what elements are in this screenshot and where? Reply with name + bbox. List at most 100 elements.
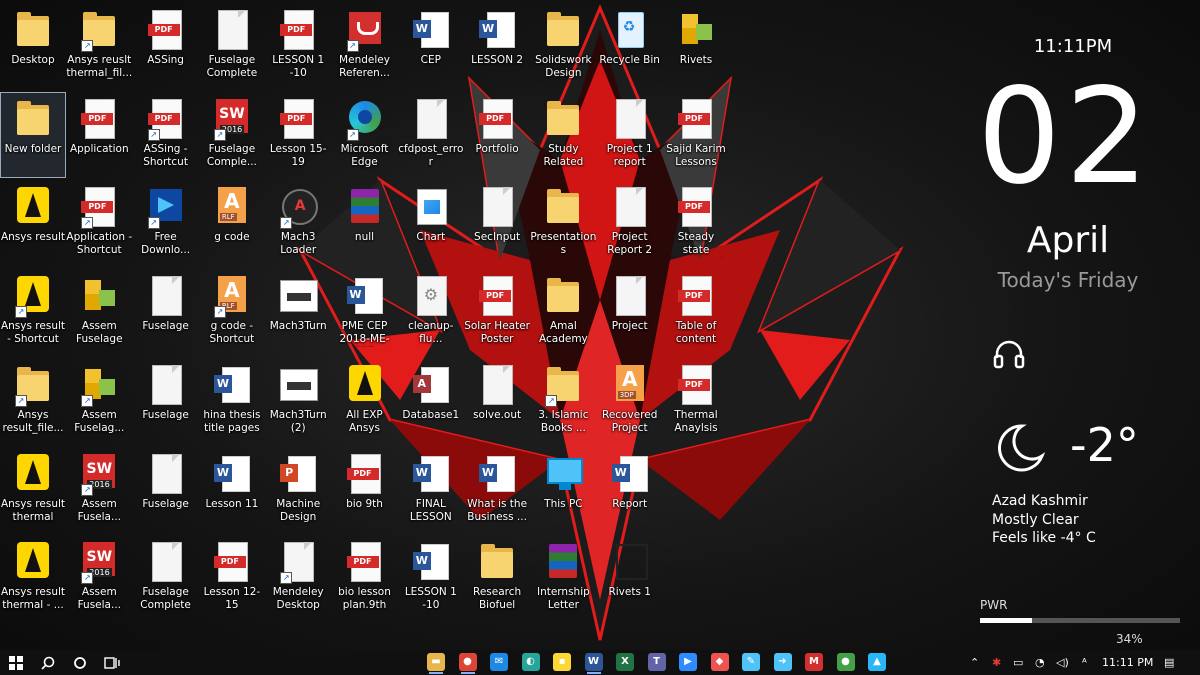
headphones-icon[interactable] bbox=[992, 338, 1026, 372]
desktop-icon[interactable]: Fuselage bbox=[134, 359, 198, 443]
desktop-icon[interactable]: W LESSON 1 -10 bbox=[399, 536, 463, 620]
desktop-icon[interactable]: Rivets 1 bbox=[598, 536, 662, 620]
desktop-icon[interactable]: Study Related bbox=[531, 93, 595, 177]
desktop-icon[interactable]: Fuselage bbox=[134, 448, 198, 532]
desktop-icon[interactable]: ↗ Free Downlo... bbox=[134, 181, 198, 265]
desktop-icon[interactable]: ↗ Assem Fuselag... bbox=[67, 359, 131, 443]
search-button[interactable] bbox=[34, 650, 62, 675]
desktop-icon[interactable]: All EXP Ansys bbox=[333, 359, 397, 443]
desktop-icon[interactable]: Research Biofuel bbox=[465, 536, 529, 620]
taskbar-app-photos[interactable]: ▲ bbox=[868, 653, 886, 671]
taskbar-app-zoom[interactable]: ▶ bbox=[679, 653, 697, 671]
desktop-icon[interactable]: solve.out bbox=[465, 359, 529, 443]
desktop-icon[interactable]: PDF Lesson 12-15 bbox=[200, 536, 264, 620]
desktop-icon[interactable]: A RLF g code bbox=[200, 181, 264, 265]
taskbar-app-word[interactable]: W bbox=[584, 653, 603, 674]
desktop-icon[interactable]: cfdpost_error bbox=[398, 93, 463, 177]
desktop-icon[interactable]: PDF LESSON 1 -10 bbox=[266, 4, 330, 88]
desktop-icon[interactable]: PDF Application bbox=[67, 93, 131, 177]
taskbar-clock[interactable]: 11:11 PM bbox=[1102, 650, 1153, 675]
desktop-icon[interactable]: PDF ↗ ASSing - Shortcut bbox=[134, 93, 198, 177]
desktop-icon[interactable]: Project bbox=[598, 270, 662, 354]
desktop-icon[interactable]: ↗ 3. Islamic Books ... bbox=[531, 359, 595, 443]
desktop-icon[interactable]: Chart bbox=[399, 181, 463, 265]
desktop-icon[interactable]: W FINAL LESSON bbox=[399, 448, 463, 532]
taskbar-app-excel[interactable]: X bbox=[616, 653, 634, 671]
taskbar-app-paint[interactable]: ✎ bbox=[742, 653, 760, 671]
taskbar-app-chrome-2[interactable]: ● bbox=[836, 653, 855, 671]
desktop-icon[interactable]: Assem Fuselage bbox=[67, 270, 131, 354]
desktop-icon[interactable]: ↗ Ansys result - Shortcut bbox=[1, 270, 65, 354]
desktop-icon[interactable]: Ansys result bbox=[1, 181, 65, 265]
desktop-icon[interactable]: Rivets bbox=[664, 4, 728, 88]
desktop-icon[interactable]: PDF bio lesson plan.9th bbox=[333, 536, 397, 620]
taskbar-app-mail[interactable]: ✉ bbox=[490, 653, 508, 671]
desktop-icon[interactable]: Mach3Turn (2) bbox=[266, 359, 330, 443]
desktop-icon[interactable]: cleanup-flu... bbox=[399, 270, 463, 354]
desktop-icon[interactable]: ↗ Ansys reuslt thermal_fil... bbox=[66, 4, 132, 88]
desktop-icon[interactable]: A 3DP Recovered Project bbox=[598, 359, 662, 443]
desktop-icon[interactable]: ↗ Microsoft Edge bbox=[333, 93, 397, 177]
desktop-icon[interactable]: PDF Lesson 15-19 bbox=[266, 93, 330, 177]
taskbar-app-teams[interactable]: T bbox=[647, 653, 666, 671]
start-button[interactable] bbox=[2, 650, 30, 675]
taskbar-app-sticky-notes[interactable]: ▪ bbox=[553, 653, 571, 671]
taskbar-app-free-download[interactable]: ➜ bbox=[773, 653, 792, 671]
desktop-icon[interactable]: Whina thesis title pages bbox=[200, 359, 264, 443]
desktop-icon[interactable]: ↗ Ansys result_file... bbox=[1, 359, 65, 443]
desktop-icon[interactable]: W Report bbox=[598, 448, 662, 532]
desktop-icon[interactable]: PDF Table of content bbox=[664, 270, 728, 354]
wifi-icon[interactable]: ◔ bbox=[1035, 650, 1045, 675]
desktop-icon[interactable]: SW 2016 ↗ Fuselage Comple... bbox=[200, 93, 264, 177]
desktop-icon[interactable]: null bbox=[333, 181, 397, 265]
desktop-icon[interactable]: SW 2016 ↗ Assem Fusela... bbox=[67, 448, 131, 532]
desktop-icon[interactable]: PDF ASSing bbox=[134, 4, 198, 88]
desktop-icon[interactable]: W Lesson 11 bbox=[200, 448, 264, 532]
battery-icon[interactable]: ▭ bbox=[1013, 650, 1023, 675]
desktop-icon[interactable]: W What is the Business ... bbox=[465, 448, 529, 532]
desktop-icon[interactable]: This PC bbox=[531, 448, 595, 532]
desktop-icon[interactable]: W CEP bbox=[399, 4, 463, 88]
desktop-icon[interactable]: PDF Sajid Karim Lessons bbox=[664, 93, 728, 177]
desktop-icon[interactable]: P Machine Design Pre... bbox=[266, 448, 330, 532]
language-icon[interactable]: ᴬ bbox=[1082, 650, 1087, 675]
taskbar-app-chrome[interactable]: ● bbox=[458, 653, 477, 674]
desktop-icon[interactable]: Internship Letter bbox=[531, 536, 595, 620]
desktop-icon[interactable]: PDF Thermal Anaylsis bbox=[664, 359, 728, 443]
taskbar-app-edge[interactable]: ◐ bbox=[521, 653, 540, 671]
desktop-icon[interactable]: W LESSON 2 bbox=[465, 4, 529, 88]
chevron-up-icon[interactable]: ⌃ bbox=[970, 650, 979, 675]
desktop-icon[interactable]: Amal Academy bbox=[531, 270, 595, 354]
desktop-icon[interactable]: Project Report 2 bbox=[598, 181, 662, 265]
desktop-icon[interactable]: Solidswork Design bbox=[531, 4, 595, 88]
desktop-icon[interactable]: Fuselage Complete bbox=[134, 536, 198, 620]
desktop-icon[interactable]: SecInput bbox=[465, 181, 529, 265]
desktop-icon[interactable]: A RLF ↗ g code - Shortcut bbox=[200, 270, 264, 354]
volume-icon[interactable]: ◁) bbox=[1056, 650, 1069, 675]
cortana-button[interactable] bbox=[66, 650, 94, 675]
task-view-button[interactable] bbox=[98, 650, 126, 675]
network-error-icon[interactable]: ✱ bbox=[992, 650, 1001, 675]
desktop-icon[interactable]: Mach3Turn bbox=[266, 270, 330, 354]
desktop-icon[interactable]: New folder bbox=[0, 91, 66, 178]
desktop-icon[interactable]: PDF Steady state Structural bbox=[664, 181, 728, 265]
desktop-icon[interactable]: W PME CEP 2018-ME-395 bbox=[333, 270, 397, 354]
desktop-icon[interactable]: A ↗ Mach3 Loader bbox=[266, 181, 330, 265]
desktop-icon[interactable]: Fuselage bbox=[134, 270, 198, 354]
desktop-icon[interactable]: ↗ Mendeley Referen... bbox=[333, 4, 397, 88]
taskbar-app-mendeley[interactable]: M bbox=[805, 653, 823, 671]
desktop-icon[interactable]: Fuselage Complete bbox=[200, 4, 264, 88]
taskbar-app-file-explorer[interactable]: ▬ bbox=[427, 653, 445, 674]
desktop-icon[interactable]: Recycle Bin bbox=[598, 4, 662, 88]
taskbar-app-anydesk[interactable]: ◆ bbox=[710, 653, 729, 671]
desktop-icon[interactable]: Presentations bbox=[530, 181, 596, 265]
desktop-icon[interactable]: PDF Portfolio bbox=[465, 93, 529, 177]
desktop-icon[interactable]: Desktop bbox=[1, 4, 65, 88]
desktop-icon[interactable]: PDF ↗ Application - Shortcut bbox=[66, 181, 132, 265]
desktop-icon[interactable]: ↗ Mendeley Desktop bbox=[266, 536, 330, 620]
desktop-icon[interactable]: Ansys result thermal bbox=[1, 448, 65, 532]
desktop-icon[interactable]: A Database1 bbox=[399, 359, 463, 443]
desktop-icon[interactable]: SW 2016 ↗ Assem Fusela... bbox=[67, 536, 131, 620]
desktop-icon[interactable]: PDF Solar Heater Poster bbox=[464, 270, 530, 354]
desktop-icon[interactable]: PDF bio 9th bbox=[333, 448, 397, 532]
